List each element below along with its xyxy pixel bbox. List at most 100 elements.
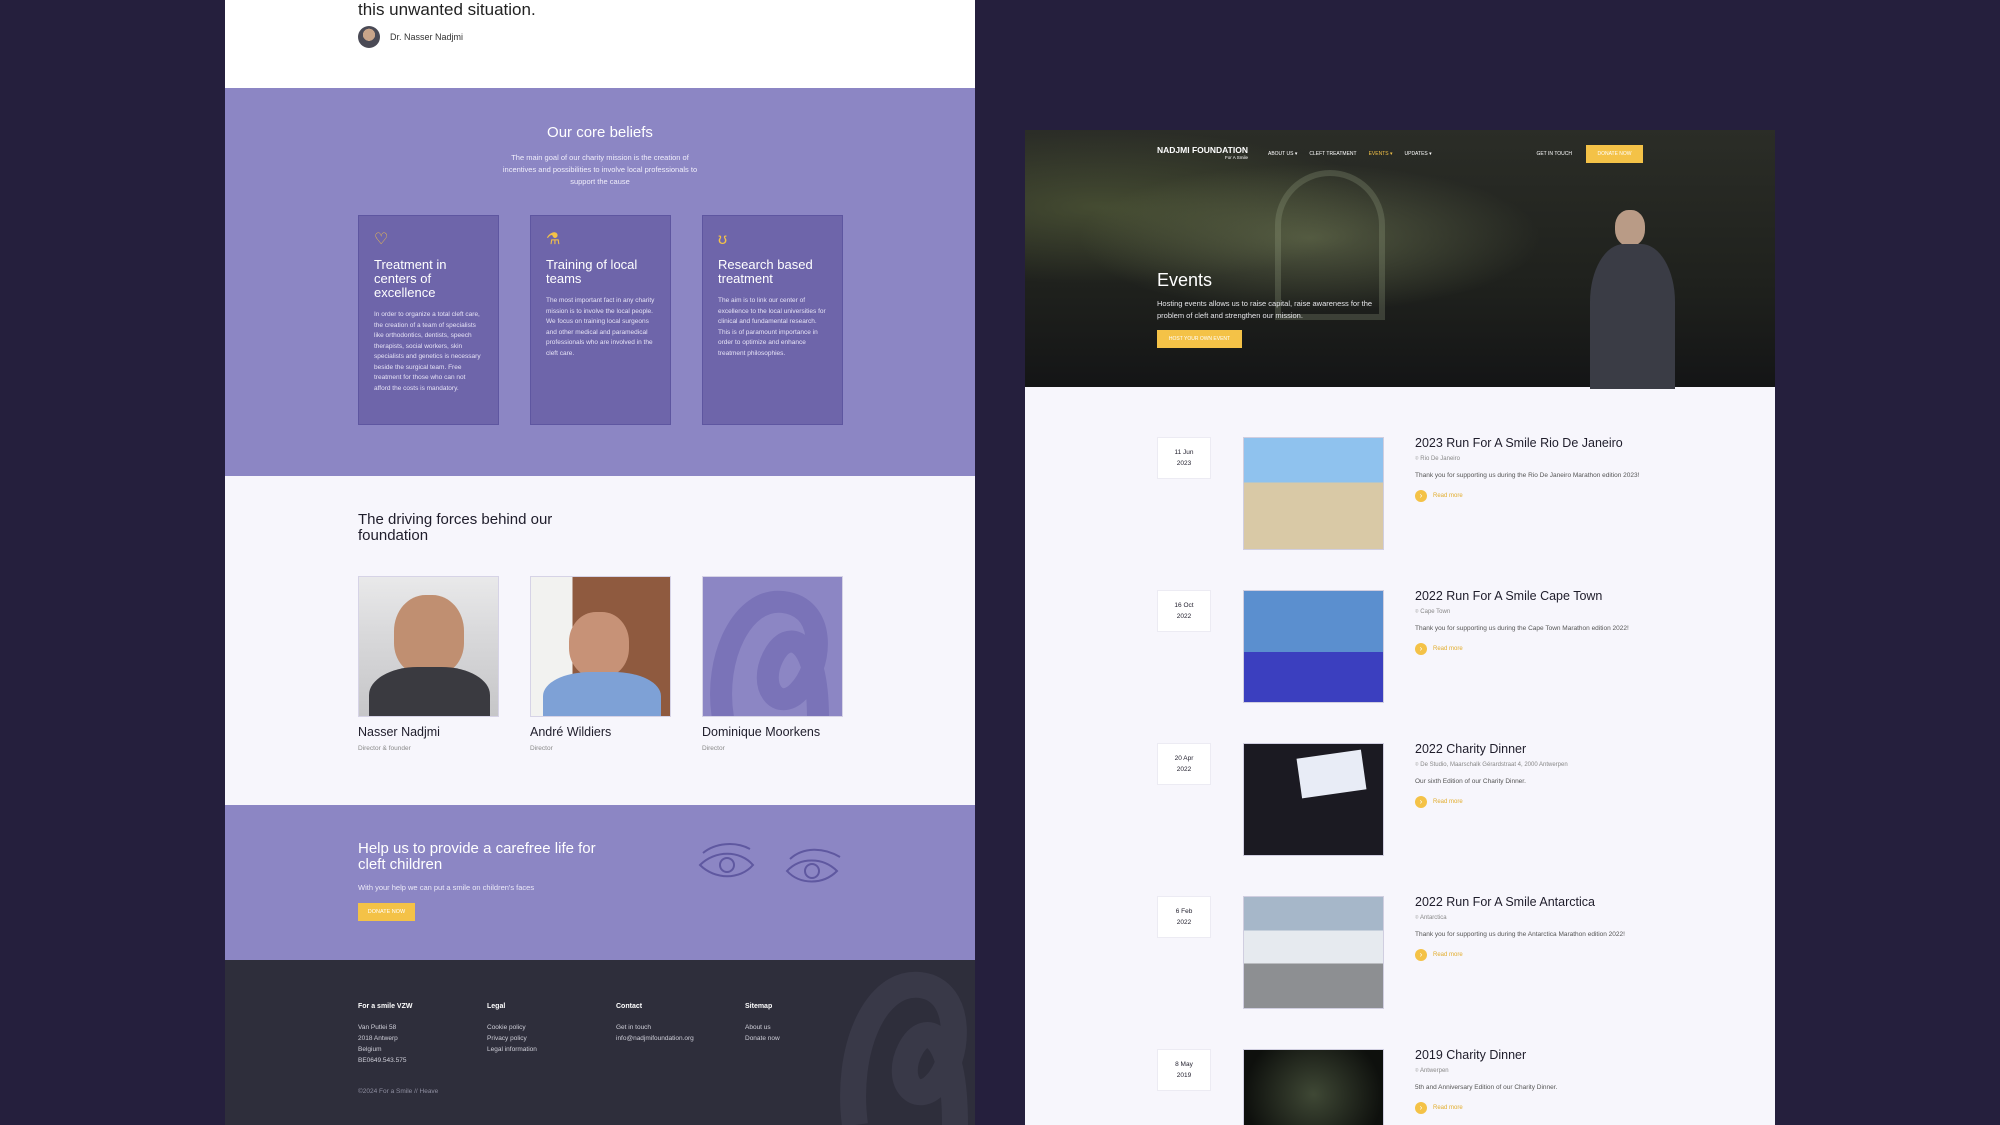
core-beliefs-subtitle: The main goal of our charity mission is … [502, 153, 698, 186]
footer-link-cookie-policy[interactable]: Cookie policy [487, 1022, 537, 1033]
event-day: 6 Feb [1175, 908, 1193, 915]
event-date-badge: 11 Jun 2023 [1157, 437, 1211, 479]
person-role: Director [530, 745, 553, 752]
arrow-right-icon: › [1415, 489, 1427, 502]
footer-heading: Sitemap [745, 1003, 773, 1010]
person-photo [530, 576, 671, 717]
nav-get-in-touch-link[interactable]: GET IN TOUCH [1536, 151, 1572, 157]
footer-line: BE0649.543.575 [358, 1057, 407, 1064]
nav-item-cleft-treatment[interactable]: CLEFT TREATMENT [1309, 151, 1356, 157]
site-logo[interactable]: NADJMI FOUNDATION For A Smile [1157, 146, 1248, 162]
event-year: 2022 [1176, 919, 1192, 926]
belief-card-text: The most important fact in any charity m… [546, 297, 655, 357]
logo-subtitle: For A Smile [1224, 155, 1248, 160]
microscope-icon: ⚗ [546, 231, 561, 248]
footer-col-legal: Legal Cookie policy Privacy policy Legal… [487, 1003, 537, 1055]
quote-tail: this unwanted situation. [358, 0, 536, 19]
event-item: 6 Feb 2022 2022 Run For A Smile Antarcti… [1025, 896, 1775, 1011]
driving-forces-title: The driving forces behind our foundation [358, 511, 553, 544]
belief-card-text: In order to organize a total cleft care,… [374, 311, 481, 392]
event-title[interactable]: 2022 Run For A Smile Cape Town [1415, 590, 1655, 603]
nav-menu: ABOUT US ▾ CLEFT TREATMENT EVENTS ▾ UPDA… [1268, 151, 1432, 157]
event-summary: Thank you for supporting us during the R… [1415, 472, 1640, 479]
event-day: 20 Apr [1174, 755, 1194, 762]
read-more-link[interactable]: › Read more [1415, 489, 1655, 502]
event-summary: Thank you for supporting us during the A… [1415, 931, 1625, 938]
arrow-right-icon: › [1415, 1101, 1427, 1114]
read-more-link[interactable]: › Read more [1415, 795, 1655, 808]
read-more-link[interactable]: › Read more [1415, 948, 1655, 961]
author-name: Dr. Nasser Nadjmi [390, 32, 464, 42]
event-title[interactable]: 2023 Run For A Smile Rio De Janeiro [1415, 437, 1655, 450]
hero-background-person [1585, 210, 1675, 389]
event-item: 16 Oct 2022 2022 Run For A Smile Cape To… [1025, 590, 1775, 705]
person-card-andre[interactable]: André Wildiers Director [530, 576, 671, 752]
footer-heading: Legal [487, 1003, 506, 1010]
arrow-right-icon: › [1415, 642, 1427, 655]
footer-link-privacy-policy[interactable]: Privacy policy [487, 1033, 537, 1044]
event-location: De Studio, Maarschalk Gérardstraat 4, 20… [1415, 762, 1655, 769]
event-title[interactable]: 2019 Charity Dinner [1415, 1049, 1655, 1062]
person-card-dominique[interactable]: Dominique Moorkens Director [702, 576, 843, 752]
event-summary: Thank you for supporting us during the C… [1415, 625, 1629, 632]
arrow-right-icon: › [1415, 795, 1427, 808]
event-year: 2022 [1176, 766, 1192, 773]
event-info: 2023 Run For A Smile Rio De Janeiro Rio … [1415, 437, 1655, 502]
footer-link-email[interactable]: info@nadjmifoundation.org [616, 1033, 694, 1044]
belief-card-treatment: ♡ Treatment in centers of excellence In … [358, 215, 499, 425]
event-date-badge: 16 Oct 2022 [1157, 590, 1211, 632]
event-thumbnail[interactable] [1243, 743, 1384, 856]
event-thumbnail[interactable] [1243, 590, 1384, 703]
belief-card-research: ʊ Research based treatment The aim is to… [702, 215, 843, 425]
stethoscope-icon: ʊ [718, 231, 728, 248]
footer-link-legal-information[interactable]: Legal information [487, 1044, 537, 1055]
event-title[interactable]: 2022 Charity Dinner [1415, 743, 1655, 756]
core-beliefs-title: Our core beliefs [547, 124, 653, 141]
help-cta-subtitle: With your help we can put a smile on chi… [358, 883, 535, 892]
event-item: 8 May 2019 2019 Charity Dinner Antwerpen… [1025, 1049, 1775, 1125]
nav-item-events[interactable]: EVENTS ▾ [1369, 151, 1393, 157]
event-thumbnail[interactable] [1243, 896, 1384, 1009]
event-location: Cape Town [1415, 609, 1655, 616]
footer-link-get-in-touch[interactable]: Get in touch [616, 1022, 694, 1033]
event-thumbnail[interactable] [1243, 437, 1384, 550]
footer-col-sitemap: Sitemap About us Donate now [745, 1003, 780, 1044]
event-thumbnail[interactable] [1243, 1049, 1384, 1125]
footer-link-donate-now[interactable]: Donate now [745, 1033, 780, 1044]
read-more-link[interactable]: › Read more [1415, 1101, 1655, 1114]
read-more-label: Read more [1433, 798, 1463, 805]
event-date-badge: 6 Feb 2022 [1157, 896, 1211, 938]
nav-item-about-us[interactable]: ABOUT US ▾ [1268, 151, 1297, 157]
nav-donate-now-button[interactable]: DONATE NOW [1586, 145, 1643, 163]
event-item: 11 Jun 2023 2023 Run For A Smile Rio De … [1025, 437, 1775, 552]
core-beliefs-section: Our core beliefs The main goal of our ch… [225, 88, 975, 476]
copyright: ©2024 For a Smile // Heave [358, 1088, 439, 1095]
event-location: Antarctica [1415, 915, 1655, 922]
event-location: Rio De Janeiro [1415, 456, 1655, 463]
footer-line: Van Putlei 58 [358, 1024, 397, 1031]
person-card-nasser[interactable]: Nasser Nadjmi Director & founder [358, 576, 499, 752]
about-page: this unwanted situation. Dr. Nasser Nadj… [225, 0, 975, 1125]
footer-link-about-us[interactable]: About us [745, 1022, 780, 1033]
person-role: Director & founder [358, 745, 411, 752]
host-event-button[interactable]: HOST YOUR OWN EVENT [1157, 330, 1242, 348]
person-role: Director [702, 745, 725, 752]
belief-card-title: Training of local teams [546, 257, 638, 286]
eyes-illustration-icon [698, 843, 841, 883]
arrow-right-icon: › [1415, 948, 1427, 961]
footer-line: 2018 Antwerp [358, 1035, 398, 1042]
main-nav: NADJMI FOUNDATION For A Smile ABOUT US ▾… [1157, 144, 1643, 164]
person-photo [358, 576, 499, 717]
event-title[interactable]: 2022 Run For A Smile Antarctica [1415, 896, 1655, 909]
person-name: Nasser Nadjmi [358, 725, 440, 739]
read-more-link[interactable]: › Read more [1415, 642, 1655, 655]
heart-hands-icon: ♡ [374, 231, 389, 248]
events-page: NADJMI FOUNDATION For A Smile ABOUT US ▾… [1025, 130, 1775, 1125]
donate-now-button[interactable]: DONATE NOW [358, 903, 415, 921]
hero-description: Hosting events allows us to raise capita… [1157, 299, 1373, 320]
belief-card-title: Research based treatment [718, 257, 813, 286]
read-more-label: Read more [1433, 645, 1463, 652]
help-cta-section: Help us to provide a carefree life for c… [225, 805, 975, 960]
nav-item-updates[interactable]: UPDATES ▾ [1405, 151, 1432, 157]
belief-card-title: Treatment in centers of excellence [374, 257, 447, 300]
